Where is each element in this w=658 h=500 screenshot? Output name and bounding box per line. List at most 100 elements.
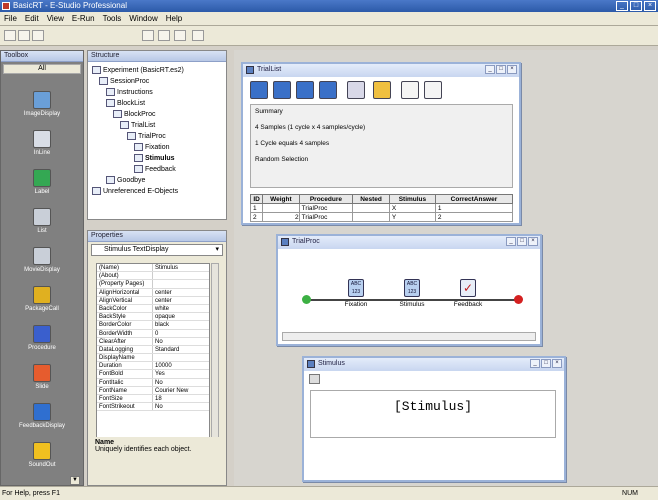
property-value[interactable] [153, 354, 209, 361]
tree-item[interactable]: Instructions [106, 88, 153, 96]
menu-window[interactable]: Window [129, 14, 157, 23]
grid-icon[interactable] [347, 81, 365, 99]
property-value[interactable]: 18 [153, 395, 209, 402]
trialproc-window[interactable]: TrialProc _ □ × ABC 123 Fixation ABC 123 Stimu… [276, 234, 542, 346]
toolbox-item[interactable]: Procedure [1, 325, 83, 351]
property-value[interactable]: No [153, 379, 209, 386]
table-cell[interactable] [352, 203, 390, 213]
property-value[interactable]: black [153, 321, 209, 328]
paste-icon[interactable] [158, 30, 170, 41]
table-cell[interactable]: 2 [262, 212, 300, 222]
table-cell[interactable]: X [388, 203, 436, 213]
property-row[interactable]: AlignHorizontal center [97, 288, 209, 297]
table-cell[interactable]: TrialProc [298, 212, 354, 222]
property-row[interactable]: DataLogging Standard [97, 345, 209, 355]
property-row[interactable]: Duration 10000 [97, 362, 209, 371]
menu-file[interactable]: File [4, 14, 17, 23]
object-selector[interactable]: Stimulus TextDisplay ▾ [91, 244, 223, 256]
property-row[interactable]: DisplayName [97, 354, 209, 363]
toolbox-item[interactable]: List [1, 208, 83, 234]
property-row[interactable]: FontStrikeout No [97, 403, 209, 412]
properties-icon[interactable] [373, 81, 391, 99]
tree-item[interactable]: Feedback [134, 165, 176, 173]
property-value[interactable]: Courier New [153, 387, 209, 394]
property-value[interactable]: 10000 [153, 362, 209, 369]
add-multiple-attributes-icon[interactable] [319, 81, 337, 99]
table-cell[interactable]: 1 [434, 203, 514, 213]
save-icon[interactable] [32, 30, 44, 41]
properties-icon[interactable] [309, 374, 320, 384]
table-cell[interactable]: 2 [434, 212, 514, 222]
help-icon[interactable] [192, 30, 204, 41]
stimulus-window[interactable]: Stimulus _ □ × [Stimulus] [302, 356, 566, 482]
minimize-button[interactable]: _ [616, 1, 628, 11]
tree-item[interactable]: TrialList [120, 121, 155, 129]
property-value[interactable] [153, 272, 209, 279]
column-header[interactable]: Stimulus [388, 194, 436, 204]
property-scrollbar[interactable] [211, 263, 219, 461]
trialproc-maximize[interactable]: □ [517, 237, 527, 246]
property-grid[interactable]: (Name) Stimulus (About) (Property Pages) Ali… [96, 263, 210, 461]
triallist-window[interactable]: TrialList _ □ × Summary 4 Samples (1 cycle… [241, 62, 521, 225]
table-cell[interactable]: 2 [249, 212, 264, 222]
tree-item[interactable]: TrialProc [127, 132, 166, 140]
close-button[interactable]: × [644, 1, 656, 11]
property-row[interactable]: BorderWidth 0 [97, 329, 209, 338]
property-value[interactable]: opaque [153, 313, 209, 320]
toolbox-item[interactable]: Slide [1, 364, 83, 390]
column-header[interactable]: Nested [352, 194, 390, 204]
property-row[interactable]: FontItalic No [97, 378, 209, 387]
toolbox-item[interactable]: PackageCall [1, 286, 83, 312]
column-header[interactable]: CorrectAnswer [434, 194, 514, 204]
property-row[interactable]: FontBold Yes [97, 370, 209, 379]
tree-item[interactable]: Experiment (BasicRT.es2) [92, 66, 184, 74]
property-row[interactable]: AlignVertical center [97, 296, 209, 305]
tree-item[interactable]: BlockProc [113, 110, 156, 118]
property-row[interactable]: BorderColor black [97, 321, 209, 330]
menu-help[interactable]: Help [166, 14, 182, 23]
tree-item[interactable]: BlockList [106, 99, 145, 107]
stimulus-display-text[interactable]: [Stimulus] [310, 390, 556, 438]
property-value[interactable] [153, 280, 209, 287]
triallist-table[interactable]: ID Weight Procedure Nested Stimulus CorrectAn… [249, 194, 514, 222]
toolbox-item[interactable]: MovieDisplay [1, 247, 83, 273]
property-value[interactable]: white [153, 305, 209, 312]
trialproc-close[interactable]: × [528, 237, 538, 246]
table-cell[interactable]: Y [388, 212, 436, 222]
tree-item[interactable]: SessionProc [99, 77, 149, 85]
table-cell[interactable]: 1 [249, 203, 264, 213]
property-value[interactable]: Yes [153, 370, 209, 377]
triallist-minimize[interactable]: _ [485, 65, 495, 74]
toolbox-item[interactable]: Label [1, 169, 83, 195]
maximize-button[interactable]: □ [630, 1, 642, 11]
menu-view[interactable]: View [47, 14, 64, 23]
add-level-icon[interactable] [250, 81, 268, 99]
tree-item[interactable]: Stimulus [134, 154, 175, 162]
menu-tools[interactable]: Tools [103, 14, 122, 23]
toolbox-item[interactable]: SoundOut [1, 442, 83, 468]
toolbox-scroll-down[interactable]: ▼ [70, 476, 80, 485]
property-row[interactable]: (Property Pages) [97, 280, 209, 289]
column-header[interactable]: ID [249, 194, 264, 204]
table-row[interactable]: 2 2 TrialProc Y 2 [249, 212, 514, 222]
property-value[interactable]: No [153, 338, 209, 345]
property-value[interactable]: 0 [153, 330, 209, 337]
run-icon[interactable] [174, 30, 186, 41]
tree-item[interactable]: Fixation [134, 143, 170, 151]
menu-erun[interactable]: E-Run [72, 14, 95, 23]
column-header[interactable]: Procedure [298, 194, 354, 204]
property-row[interactable]: (About) [97, 272, 209, 281]
property-row[interactable]: BackStyle opaque [97, 313, 209, 322]
property-value[interactable]: center [153, 289, 209, 296]
table-cell[interactable] [262, 203, 300, 213]
add-attribute-icon[interactable] [296, 81, 314, 99]
stimulus-close[interactable]: × [552, 359, 562, 368]
property-value[interactable]: Stimulus [153, 264, 209, 271]
timeline-node-feedback[interactable]: ✓ Feedback [448, 279, 488, 308]
remove-attribute-icon[interactable] [424, 81, 442, 99]
property-row[interactable]: BackColor white [97, 304, 209, 314]
timeline-node-stimulus[interactable]: ABC 123 Stimulus [392, 279, 432, 308]
toolbox-item[interactable]: ImageDisplay [1, 91, 83, 117]
open-folder-icon[interactable] [18, 30, 30, 41]
property-row[interactable]: (Name) Stimulus [97, 264, 209, 273]
